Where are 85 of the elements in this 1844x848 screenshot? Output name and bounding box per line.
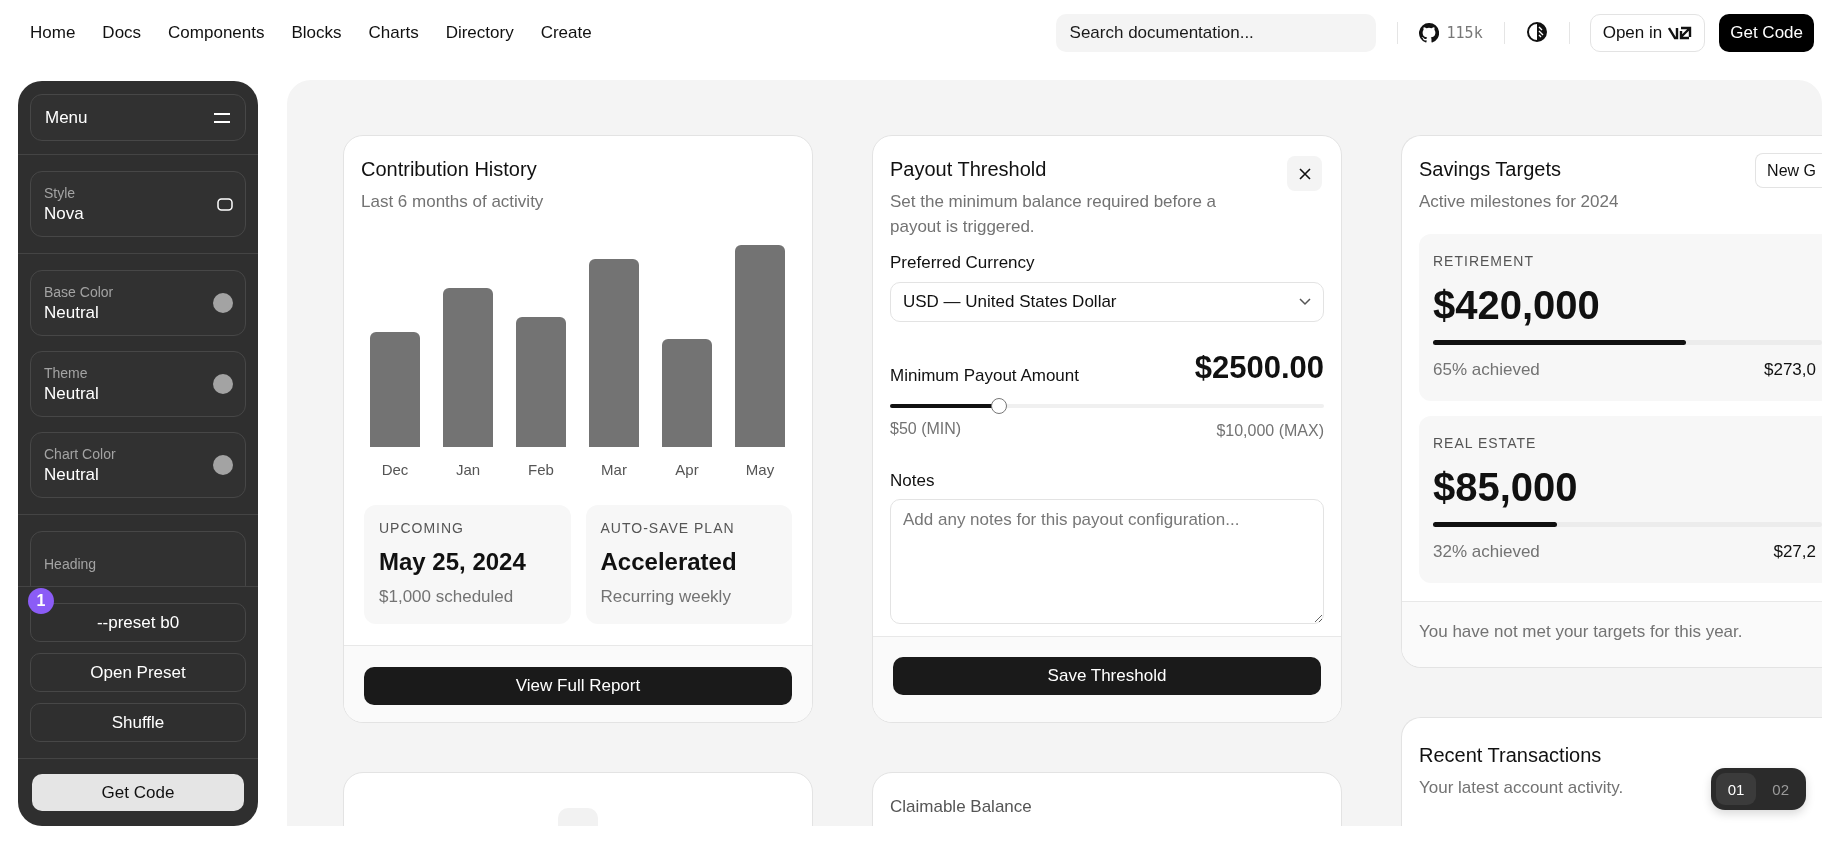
logo-icon bbox=[1668, 26, 1693, 40]
card-subtitle: Last 6 months of activity bbox=[361, 191, 544, 213]
new-goal-button[interactable]: New G bbox=[1755, 153, 1822, 188]
card-title: Claimable Balance bbox=[890, 797, 1033, 817]
option-value: Neutral bbox=[44, 464, 100, 485]
option-value: Neutral bbox=[44, 383, 99, 404]
option-label: Chart Color bbox=[44, 445, 116, 462]
month-label: Apr bbox=[675, 461, 699, 478]
page-tab[interactable]: 01 bbox=[1715, 773, 1757, 805]
option-picker[interactable]: Style Nova bbox=[30, 171, 246, 237]
month-label: Feb bbox=[528, 461, 554, 478]
color-swatch bbox=[213, 293, 233, 313]
stat-value: May 25, 2024 bbox=[379, 548, 527, 576]
stat-note: Recurring weekly bbox=[600, 587, 732, 607]
github-icon bbox=[1418, 23, 1439, 43]
nav-link[interactable]: Charts bbox=[368, 23, 419, 43]
card-subtitle: Active milestones for 2024 bbox=[1419, 191, 1619, 213]
save-button[interactable]: Save Threshold bbox=[893, 657, 1321, 695]
month-label: Jan bbox=[455, 461, 481, 478]
stat-label: AUTO-SAVE PLAN bbox=[600, 520, 736, 536]
nav-link[interactable]: Blocks bbox=[291, 23, 342, 43]
option-value: Neutral bbox=[44, 302, 100, 323]
page-tab[interactable]: 02 bbox=[1760, 773, 1801, 805]
card-subtitle: Your latest account activity. bbox=[1419, 777, 1624, 799]
saved-amount: $273,0 bbox=[1764, 360, 1816, 380]
notes-field[interactable]: Add any notes for this payout configuration... bbox=[890, 499, 1324, 624]
card-title: Contribution History bbox=[361, 158, 537, 181]
option-picker[interactable]: Chart Color Neutral bbox=[30, 432, 246, 498]
nav-link[interactable]: Home bbox=[30, 23, 76, 43]
open-in-button[interactable]: Open in bbox=[1589, 14, 1706, 52]
slider[interactable] bbox=[890, 398, 1324, 414]
close-icon bbox=[1298, 167, 1311, 180]
nav-link[interactable]: Components bbox=[168, 23, 265, 43]
field-label: Preferred Currency bbox=[890, 253, 1036, 273]
goal-amount: $420,000 bbox=[1433, 283, 1601, 328]
field-label: Minimum Payout Amount bbox=[890, 366, 1079, 386]
color-swatch bbox=[213, 455, 233, 475]
month-label: May bbox=[745, 461, 775, 478]
card-footer-text: You have not met your targets for this year. bbox=[1402, 601, 1822, 667]
progress-text: 65% achieved bbox=[1433, 360, 1540, 380]
amount-value: $2500.00 bbox=[1194, 350, 1324, 386]
saved-amount: $27,2 bbox=[1773, 542, 1816, 562]
stat-value: Accelerated bbox=[600, 548, 738, 576]
option-picker[interactable]: Heading bbox=[30, 531, 246, 586]
get-code-button[interactable]: Get Code bbox=[32, 774, 244, 811]
progress-text: 32% achieved bbox=[1433, 542, 1540, 562]
report-button[interactable]: View Full Report bbox=[364, 667, 792, 705]
month-label: Mar bbox=[601, 461, 627, 478]
month-label: Dec bbox=[381, 461, 409, 478]
preset-button[interactable]: Shuffle bbox=[30, 703, 246, 742]
search-field[interactable]: Search documentation... bbox=[1055, 14, 1376, 52]
square-icon bbox=[217, 197, 233, 211]
field-label: Notes bbox=[890, 471, 936, 491]
option-picker[interactable]: Theme Neutral bbox=[30, 351, 246, 417]
preset-button[interactable]: Open Preset bbox=[30, 653, 246, 692]
option-label: Theme bbox=[44, 364, 89, 381]
max-label: $10,000 (MAX) bbox=[1216, 422, 1324, 440]
nav-link[interactable]: Directory bbox=[445, 23, 514, 43]
slider-thumb[interactable] bbox=[990, 398, 1007, 414]
stat-note: $1,000 scheduled bbox=[379, 587, 515, 607]
color-swatch bbox=[213, 374, 233, 394]
stat-label: UPCOMING bbox=[379, 520, 465, 536]
menu-button[interactable]: Menu bbox=[30, 94, 246, 141]
get-code-button[interactable]: Get Code bbox=[1719, 14, 1814, 52]
goal-label: RETIREMENT bbox=[1433, 253, 1535, 269]
option-label: Style bbox=[44, 184, 77, 201]
nav-link[interactable]: Create bbox=[540, 23, 592, 43]
goal-amount: $85,000 bbox=[1433, 465, 1579, 510]
card-description: Set the minimum balance required before a payout is triggered. bbox=[890, 191, 1217, 238]
nav-link[interactable]: Docs bbox=[102, 23, 142, 43]
option-label: Base Color bbox=[44, 283, 114, 300]
close-button[interactable] bbox=[1287, 156, 1322, 191]
currency-select[interactable]: USD — United States Dollar bbox=[890, 282, 1324, 322]
card-title: Payout Threshold bbox=[890, 158, 1047, 181]
option-picker[interactable]: Base Color Neutral bbox=[30, 270, 246, 336]
min-label: $50 (MIN) bbox=[890, 420, 962, 439]
chevron-down-icon bbox=[1299, 298, 1311, 306]
github-link[interactable]: 115k bbox=[1418, 23, 1483, 43]
option-value: Nova bbox=[44, 203, 84, 224]
menu-icon bbox=[213, 111, 231, 124]
card-title: Recent Transactions bbox=[1419, 744, 1602, 767]
option-label: Heading bbox=[44, 556, 97, 572]
card-title: Savings Targets bbox=[1419, 158, 1561, 181]
goal-label: REAL ESTATE bbox=[1433, 435, 1538, 451]
count-badge: 1 bbox=[28, 588, 54, 614]
